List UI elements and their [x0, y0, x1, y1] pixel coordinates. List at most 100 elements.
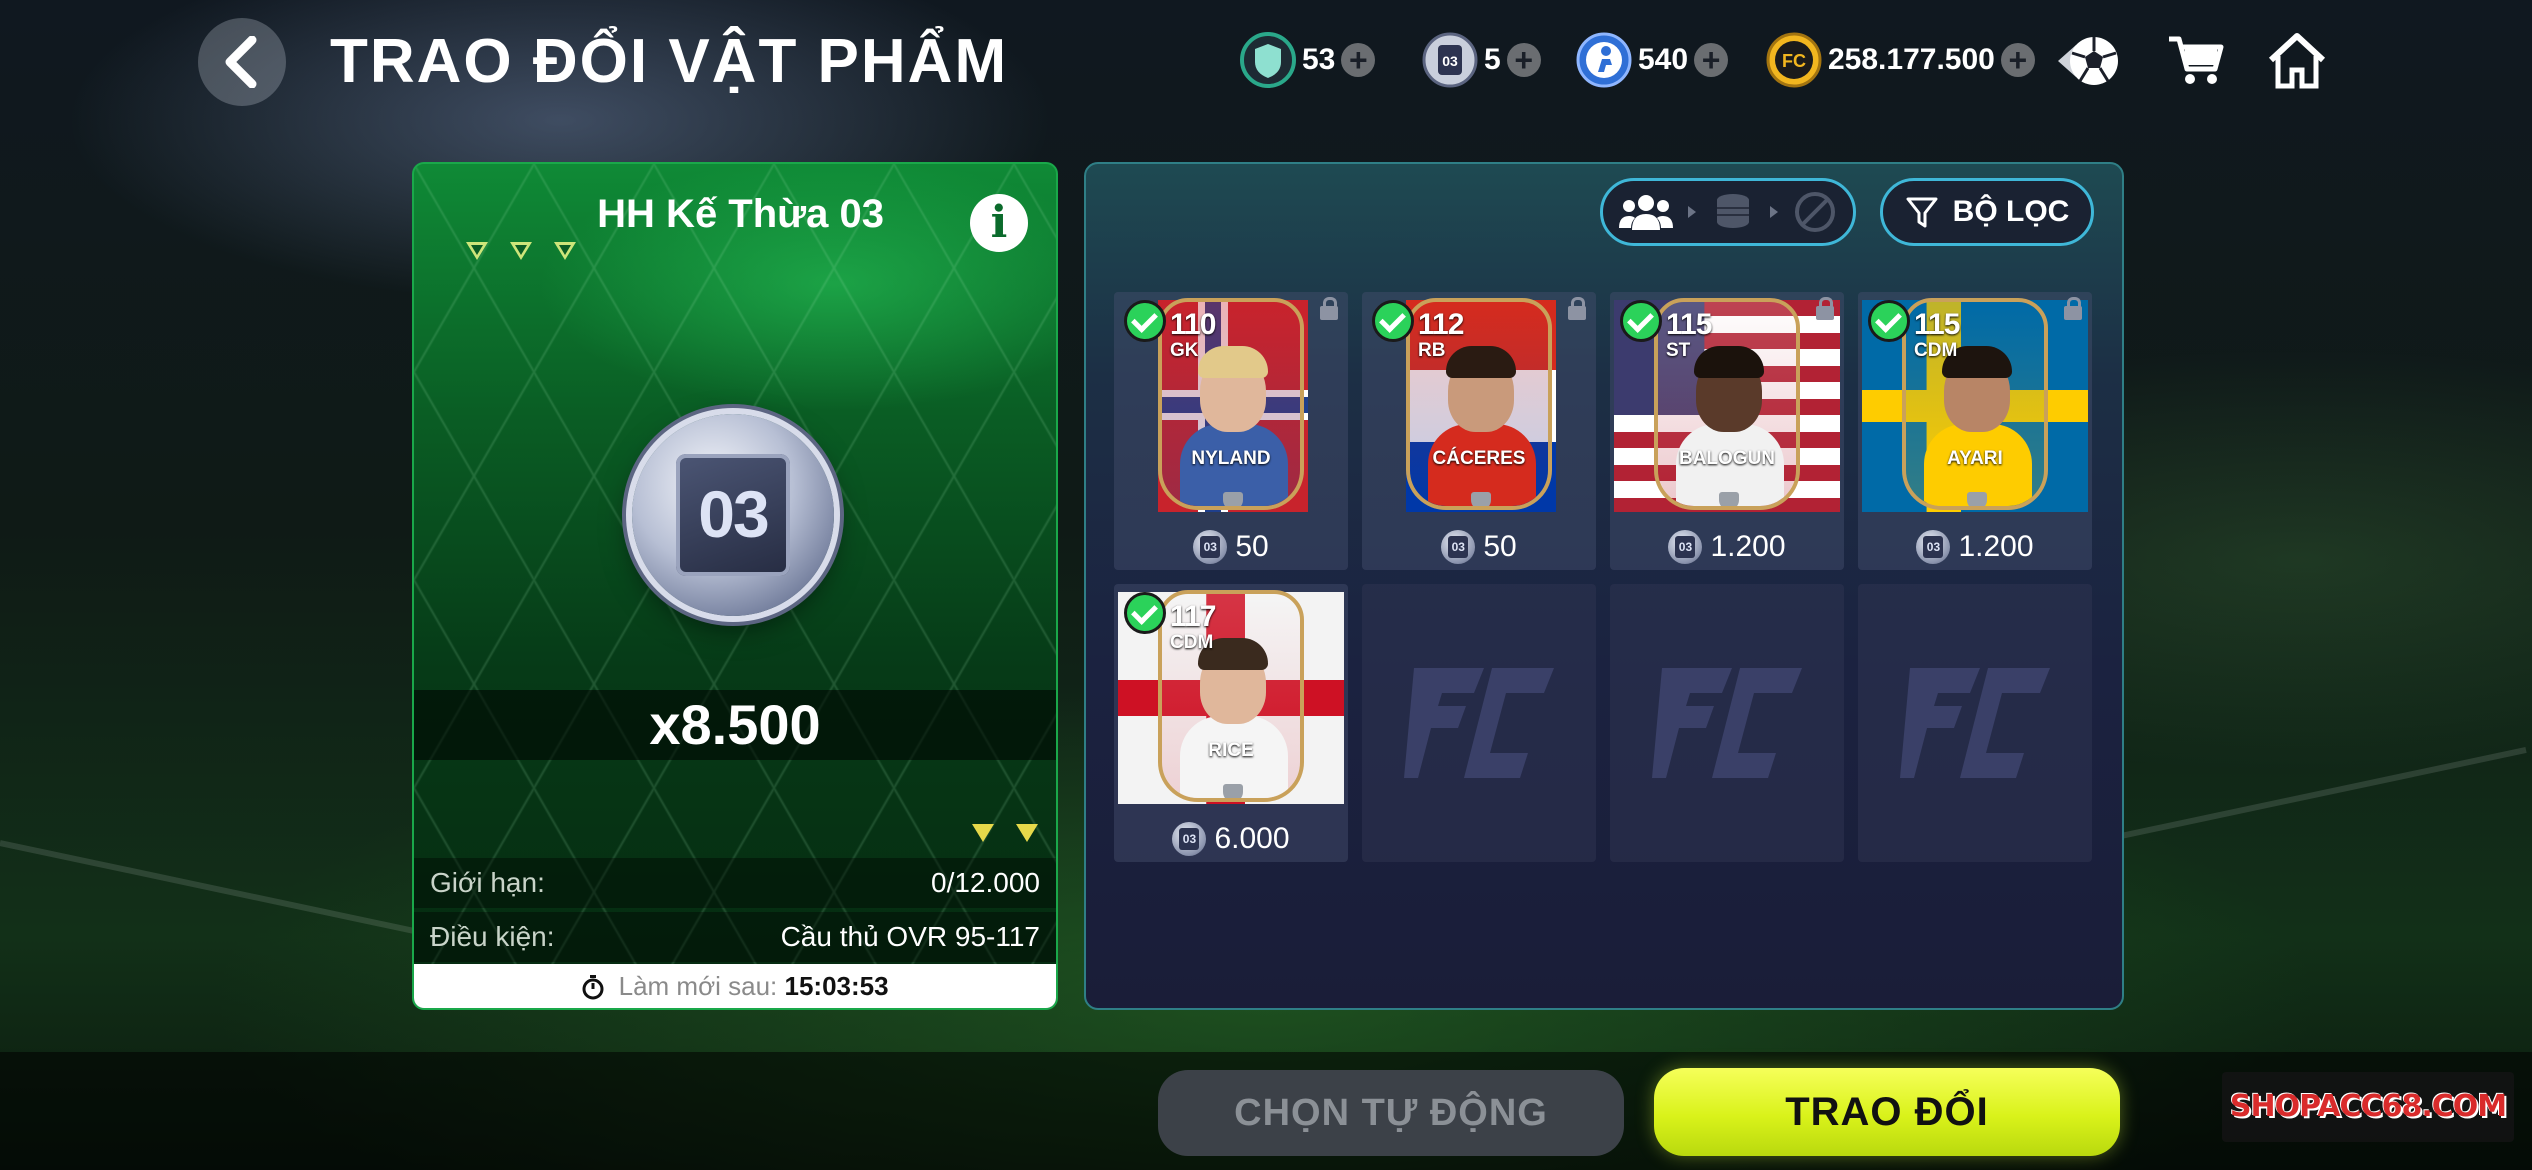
currency-player-coin: 540 +: [1576, 30, 1729, 90]
step-indicator[interactable]: [1600, 178, 1856, 246]
player-ovr: 112: [1418, 308, 1464, 341]
player-name: CÁCERES: [1432, 448, 1526, 469]
cart-icon[interactable]: [2160, 26, 2230, 96]
filter-label: BỘ LỌC: [1952, 195, 2070, 228]
currency-value: 540: [1638, 43, 1689, 76]
decor-triangles: [466, 242, 576, 260]
player-selection-panel: BỘ LỌC 110 GK NYLAND 03 50 112 RB CÁCERE…: [1084, 162, 2124, 1010]
card-token-icon: 03: [1422, 32, 1478, 88]
chevron-right-icon: [1769, 206, 1778, 218]
add-currency-button[interactable]: +: [1694, 43, 1729, 77]
player-ovr: 117: [1170, 600, 1216, 633]
stopwatch-icon: [582, 975, 604, 1000]
coins-stack-icon: [1716, 194, 1749, 228]
svg-text:03: 03: [1442, 53, 1458, 69]
add-currency-button[interactable]: +: [1341, 43, 1376, 77]
card-token-icon: 03: [1193, 530, 1228, 564]
card-token-icon: 03: [1441, 530, 1476, 564]
exchange-token: 03: [632, 414, 834, 616]
currency-value: 258.177.500: [1828, 43, 1995, 76]
currency-shield: 53 +: [1240, 30, 1376, 90]
badge-icon: [1223, 784, 1243, 798]
player-slot[interactable]: 115 ST BALOGUN 03 1.200: [1610, 292, 1844, 570]
selected-check-icon: [1620, 300, 1662, 342]
price-value: 1.200: [1710, 530, 1786, 563]
info-button[interactable]: i: [970, 194, 1028, 252]
home-icon[interactable]: [2262, 26, 2332, 96]
token-quantity: x8.500: [414, 690, 1056, 760]
currency-value: 53: [1302, 43, 1336, 76]
lock-icon: [2064, 297, 2082, 320]
player-position: CDM: [1914, 340, 1958, 361]
currency-value: 5: [1484, 43, 1501, 76]
player-name: AYARI: [1947, 448, 2003, 469]
refresh-timer: Làm mới sau: 15:03:53: [414, 964, 1056, 1008]
back-button[interactable]: [198, 18, 286, 106]
exchange-button[interactable]: TRAO ĐỔI: [1654, 1068, 2120, 1156]
player-card: 117 CDM RICE: [1158, 590, 1304, 802]
selected-check-icon: [1372, 300, 1414, 342]
fc-logo-icon: [1652, 668, 1802, 778]
lock-icon: [1320, 297, 1338, 320]
shield-token-icon: [1240, 32, 1296, 88]
player-slot[interactable]: 115 CDM AYARI 03 1.200: [1858, 292, 2092, 570]
price-value: 50: [1235, 530, 1269, 563]
players-icon: [1619, 195, 1674, 230]
limit-value: 0/12.000: [931, 867, 1040, 898]
player-price: 03 50: [1114, 530, 1348, 564]
condition-label: Điều kiện:: [430, 921, 555, 952]
selected-check-icon: [1868, 300, 1910, 342]
lock-icon: [1568, 297, 1586, 320]
price-value: 1.200: [1958, 530, 2034, 563]
player-ovr: 115: [1914, 308, 1960, 341]
fc-logo-icon: [1404, 668, 1554, 778]
badge-icon: [1719, 492, 1739, 506]
chevron-right-icon: [1688, 206, 1697, 218]
player-name: RICE: [1208, 740, 1254, 761]
offer-panel: HH Kế Thừa 03 i 03 x8.500 Giới hạn: 0/12…: [412, 162, 1058, 1010]
add-currency-button[interactable]: +: [1506, 43, 1541, 77]
page-title: TRAO ĐỔI VẬT PHẨM: [330, 27, 1009, 96]
add-currency-button[interactable]: +: [2000, 43, 2035, 77]
currency-fc-coin: FC 258.177.500 +: [1766, 30, 2035, 90]
decor-triangles: [972, 824, 1038, 842]
condition-row: Điều kiện: Cầu thủ OVR 95-117: [414, 912, 1056, 962]
card-token-icon: 03: [1668, 530, 1703, 564]
offer-title: HH Kế Thừa 03: [597, 192, 884, 236]
badge-icon: [1967, 492, 1987, 506]
player-card: 115 ST BALOGUN: [1654, 298, 1800, 510]
watermark: SHOPACC68.COM: [2222, 1072, 2514, 1142]
currency-card-token: 03 5 +: [1422, 30, 1541, 90]
player-card: 110 GK NYLAND: [1158, 298, 1304, 510]
ball-icon[interactable]: [2054, 26, 2124, 96]
player-slot[interactable]: 110 GK NYLAND 03 50: [1114, 292, 1348, 570]
player-card: 115 CDM AYARI: [1902, 298, 2048, 510]
limit-label: Giới hạn:: [430, 867, 545, 898]
price-value: 50: [1483, 530, 1517, 563]
limit-row: Giới hạn: 0/12.000: [414, 858, 1056, 908]
player-position: GK: [1170, 340, 1199, 361]
player-price: 03 6.000: [1114, 822, 1348, 856]
price-value: 6.000: [1214, 822, 1290, 855]
refresh-value: 15:03:53: [784, 971, 889, 1001]
refresh-label: Làm mới sau:: [618, 971, 778, 1001]
player-name: BALOGUN: [1678, 448, 1776, 469]
auto-select-button[interactable]: CHỌN TỰ ĐỘNG: [1158, 1070, 1624, 1156]
player-position: RB: [1418, 340, 1446, 361]
player-price: 03 1.200: [1610, 530, 1844, 564]
lock-icon: [1816, 297, 1834, 320]
fc-logo-icon: [1900, 668, 2050, 778]
player-ovr: 115: [1666, 308, 1712, 341]
player-price: 03 50: [1362, 530, 1596, 564]
selected-check-icon: [1124, 592, 1166, 634]
player-slot[interactable]: 112 RB CÁCERES 03 50: [1362, 292, 1596, 570]
player-name: NYLAND: [1191, 448, 1271, 469]
badge-icon: [1223, 492, 1243, 506]
svg-text:FC: FC: [1782, 51, 1806, 71]
player-ovr: 110: [1170, 308, 1216, 341]
empty-slot: [1610, 584, 1844, 862]
filter-button[interactable]: BỘ LỌC: [1880, 178, 2094, 246]
card-token-icon: 03: [1916, 530, 1951, 564]
player-slot[interactable]: 117 CDM RICE 03 6.000: [1114, 584, 1348, 862]
chevron-left-icon: [225, 36, 257, 88]
